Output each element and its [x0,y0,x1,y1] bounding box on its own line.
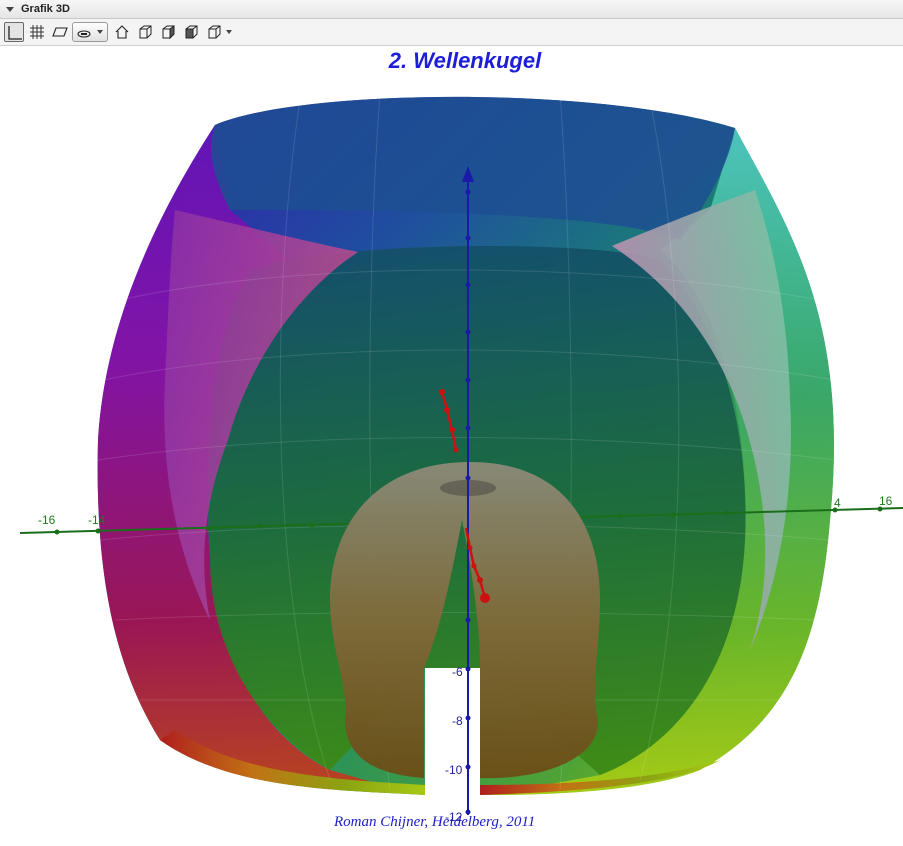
panel-title: Grafik 3D [21,3,70,15]
plane-toggle-icon [52,27,68,37]
x-axis-label-16: 16 [879,494,893,508]
view-toolbar [0,19,903,46]
projection-icon [208,25,221,39]
projection-button[interactable] [204,22,224,42]
x-axis-label-neg14: -14 [88,513,106,527]
grid-toggle-button[interactable] [27,22,47,42]
axes-toggle-icon [8,26,22,40]
clipping-box-dropdown[interactable] [72,22,108,42]
x-axis-label-neg16: -16 [38,513,56,527]
grid-toggle-icon [30,25,44,39]
home-view-icon [115,25,129,39]
z-axis-label-neg8: -8 [452,714,463,728]
clipping-box-icon [77,30,91,38]
view-side-icon [162,25,175,40]
chevron-down-icon [97,30,103,34]
panel-header[interactable]: Grafik 3D [0,0,903,19]
view-front-button[interactable] [135,22,155,42]
view-front-icon [139,25,152,39]
z-axis-label-neg6: -6 [452,665,463,679]
view-top-icon [185,25,198,39]
view-title: 2. Wellenkugel [388,48,542,73]
view-top-button[interactable] [181,22,201,42]
credit-text: Roman Chijner, Heidelberg, 2011 [334,814,536,830]
view-side-button[interactable] [158,22,178,42]
z-axis-label-neg10: -10 [445,763,463,777]
x-axis-label-4: 4 [834,496,841,510]
projection-chevron-down-icon[interactable] [226,30,232,34]
3d-graphics-view[interactable]: -16 -14 4 16 -6 -8 -10 -12 [0,47,903,846]
axes-toggle-button[interactable] [4,22,24,42]
home-view-button[interactable] [112,22,132,42]
collapse-triangle-icon[interactable] [6,7,14,12]
plane-toggle-button[interactable] [50,22,70,42]
